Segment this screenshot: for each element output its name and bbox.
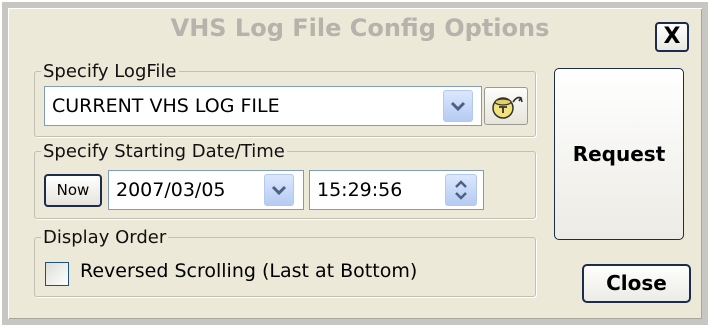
display-order-group-legend: Display Order bbox=[43, 227, 167, 248]
start-datetime-group-legend: Specify Starting Date/Time bbox=[43, 141, 285, 162]
request-button[interactable]: Request bbox=[554, 68, 684, 240]
browse-logfile-button[interactable] bbox=[484, 87, 528, 125]
reversed-scrolling-label[interactable]: Reversed Scrolling (Last at Bottom) bbox=[80, 260, 417, 282]
up-down-spinner-icon bbox=[455, 180, 467, 200]
open-folder-icon bbox=[492, 96, 523, 119]
logfile-select[interactable]: CURRENT VHS LOG FILE bbox=[44, 86, 482, 126]
reversed-scrolling-checkbox[interactable] bbox=[45, 262, 69, 286]
chevron-down-icon bbox=[450, 101, 466, 112]
date-dropdown-button[interactable] bbox=[264, 174, 294, 206]
close-x-button[interactable]: X bbox=[655, 22, 689, 52]
start-time-value: 15:29:56 bbox=[317, 179, 403, 201]
logfile-select-value: CURRENT VHS LOG FILE bbox=[52, 95, 280, 117]
time-spinner-buttons[interactable] bbox=[445, 174, 477, 206]
logfile-group-legend: Specify LogFile bbox=[43, 61, 177, 82]
start-date-value: 2007/03/05 bbox=[116, 179, 226, 201]
now-button[interactable]: Now bbox=[44, 174, 102, 207]
close-button[interactable]: Close bbox=[582, 264, 691, 303]
chevron-down-icon bbox=[271, 185, 287, 196]
dialog-title: VHS Log File Config Options bbox=[170, 14, 550, 42]
logfile-dropdown-button[interactable] bbox=[443, 90, 473, 122]
